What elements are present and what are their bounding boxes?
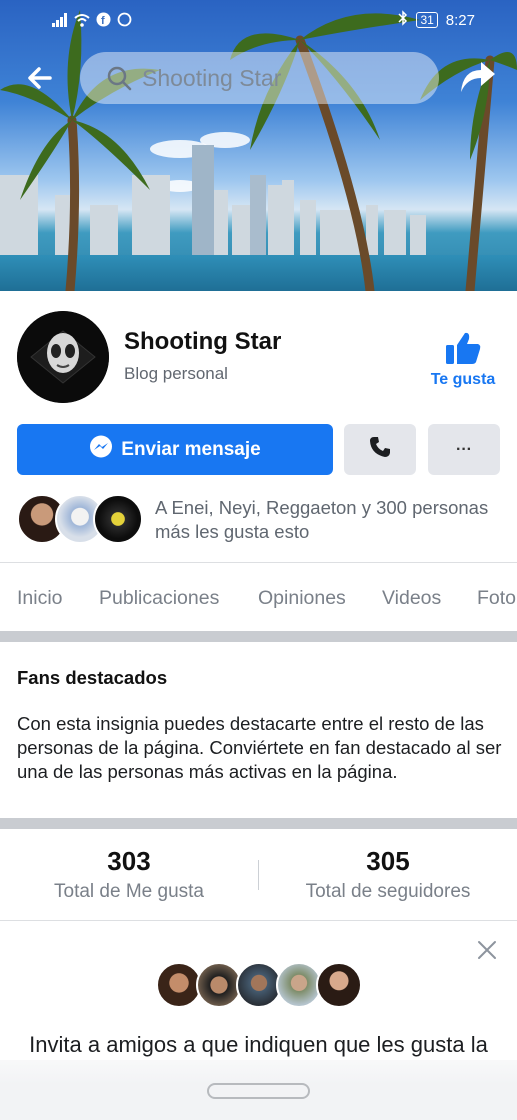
send-message-button[interactable]: Enviar mensaje — [17, 424, 333, 475]
close-icon[interactable] — [477, 940, 497, 960]
stats: 303 Total de Me gusta 305 Total de segui… — [0, 830, 517, 920]
tab-inicio[interactable]: Inicio — [17, 587, 63, 610]
more-icon: ··· — [456, 440, 472, 458]
section-separator — [0, 818, 517, 829]
like-label: Te gusta — [430, 371, 496, 388]
facebook-icon: f — [96, 12, 111, 31]
page-category: Blog personal — [124, 364, 228, 383]
share-icon[interactable] — [459, 60, 497, 94]
top-bar: Shooting Star — [0, 52, 517, 104]
status-bar: f 31 8:27 — [0, 0, 517, 40]
search-bar[interactable]: Shooting Star — [80, 52, 439, 104]
section-separator — [0, 631, 517, 642]
call-button[interactable] — [344, 424, 416, 475]
avatar — [93, 494, 143, 544]
tab-publicaciones[interactable]: Publicaciones — [99, 587, 219, 610]
send-message-label: Enviar mensaje — [121, 438, 261, 460]
stat-value: 305 — [366, 846, 410, 876]
search-icon — [106, 65, 132, 91]
fans-description: Con esta insignia puedes destacarte entr… — [17, 713, 502, 782]
stat-label: Total de seguidores — [305, 881, 471, 902]
cover-photo[interactable] — [0, 0, 517, 291]
page-tabs: Inicio Publicaciones Opiniones Videos Fo… — [0, 563, 517, 631]
svg-text:f: f — [101, 15, 105, 27]
home-indicator[interactable] — [207, 1083, 310, 1099]
messenger-icon — [89, 435, 113, 465]
thumbs-up-icon — [428, 331, 498, 365]
likes-summary[interactable]: A Enei, Neyi, Reggaeton y 300 personas m… — [155, 496, 500, 544]
fans-title: Fans destacados — [17, 667, 168, 688]
stat-followers[interactable]: 305 Total de seguidores — [259, 846, 517, 903]
wifi-icon — [74, 13, 90, 31]
tab-opiniones[interactable]: Opiniones — [258, 587, 346, 610]
tab-fotos[interactable]: Foto — [477, 587, 516, 610]
stat-label: Total de Me gusta — [54, 881, 204, 902]
battery-icon: 31 — [416, 12, 438, 28]
like-button[interactable]: Te gusta — [428, 331, 498, 389]
whatsapp-icon — [117, 12, 132, 31]
liker-avatars — [17, 494, 147, 544]
page-avatar[interactable] — [17, 311, 109, 403]
friend-avatars — [156, 962, 366, 1008]
stat-likes[interactable]: 303 Total de Me gusta — [0, 846, 258, 903]
signal-icon — [52, 12, 68, 31]
phone-icon — [369, 436, 391, 463]
invite-text: Invita a amigos a que indiquen que les g… — [29, 1032, 488, 1057]
tab-videos[interactable]: Videos — [382, 587, 441, 610]
stat-value: 303 — [107, 846, 151, 876]
clock: 8:27 — [445, 11, 475, 29]
avatar — [316, 962, 362, 1008]
page-name: Shooting Star — [124, 328, 282, 355]
more-options-button[interactable]: ··· — [428, 424, 500, 475]
bluetooth-icon — [398, 10, 408, 30]
back-arrow-icon[interactable] — [26, 64, 54, 92]
search-text: Shooting Star — [142, 64, 282, 91]
palm-trees — [0, 10, 517, 291]
divider — [0, 920, 517, 921]
